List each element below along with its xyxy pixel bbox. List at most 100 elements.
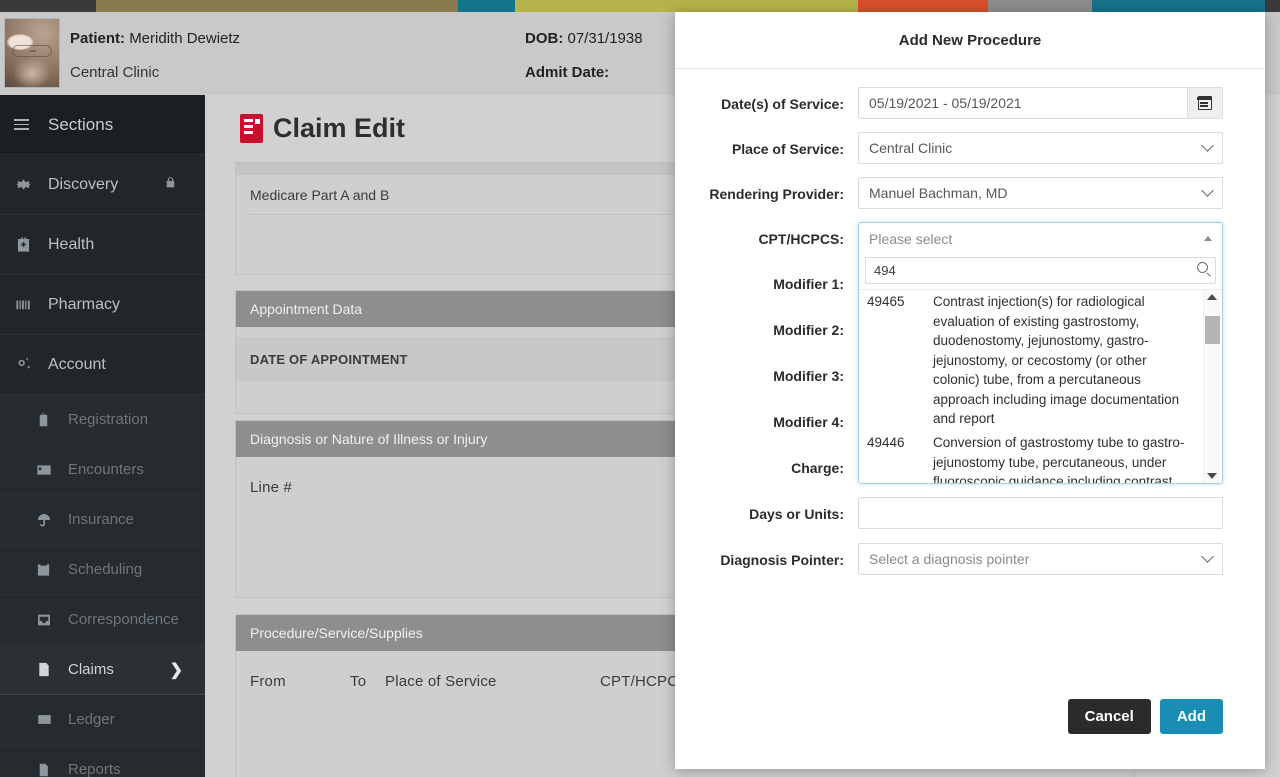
sidebar-item-registration[interactable]: Registration (0, 395, 205, 445)
add-procedure-modal: Add New Procedure Date(s) of Service: Pl… (675, 12, 1265, 769)
hamburger-icon[interactable] (14, 116, 48, 133)
sidebar-header-sections[interactable]: Sections (0, 95, 205, 155)
place-of-service-select[interactable]: Central Clinic (858, 132, 1223, 164)
days-or-units-label: Days or Units: (675, 497, 858, 524)
cpt-search-input[interactable] (865, 257, 1216, 284)
list-item[interactable]: 49465 Contrast injection(s) for radiolog… (859, 290, 1200, 431)
sidebar-item-pharmacy[interactable]: Pharmacy (0, 275, 205, 335)
cpt-code: 49465 (867, 292, 933, 429)
sidebar-item-label: Pharmacy (48, 296, 120, 314)
cpt-results-list[interactable]: 49465 Contrast injection(s) for radiolog… (859, 289, 1222, 483)
calendar-button[interactable] (1187, 87, 1223, 119)
rendering-provider-control: Manuel Bachman, MD (858, 177, 1223, 209)
inbox-icon (36, 612, 68, 628)
cpt-code: 49446 (867, 433, 933, 483)
list-item[interactable]: 49446 Conversion of gastrostomy tube to … (859, 431, 1200, 483)
cpt-search-wrap (859, 255, 1222, 289)
diagnosis-pointer-label: Diagnosis Pointer: (675, 543, 858, 570)
rendering-provider-select[interactable]: Manuel Bachman, MD (858, 177, 1223, 209)
strip-seg-gray (988, 0, 1092, 12)
col-place-of-service: Place of Service (385, 673, 600, 690)
umbrella-icon (36, 512, 68, 528)
top-color-strip (0, 0, 1280, 12)
cpt-description: Contrast injection(s) for radiological e… (933, 292, 1200, 429)
modifier-3-label: Modifier 3: (675, 359, 858, 386)
claim-page-icon (240, 114, 263, 143)
scrollbar-thumb[interactable] (1205, 316, 1220, 344)
days-or-units-input[interactable] (858, 497, 1223, 529)
strip-seg-tan (96, 0, 458, 12)
patient-name-row: Patient: Meridith Dewietz (70, 30, 240, 47)
strip-seg-dark2 (1265, 0, 1280, 12)
date-of-service-input[interactable] (858, 87, 1187, 119)
col-to: To (350, 673, 385, 690)
diagnosis-pointer-control: Select a diagnosis pointer (858, 543, 1223, 575)
claim-icon (36, 661, 68, 678)
sidebar-item-health[interactable]: Health (0, 215, 205, 275)
sidebar-item-label: Correspondence (68, 611, 179, 628)
strip-seg-dark (0, 0, 96, 12)
sidebar-item-account[interactable]: Account (0, 335, 205, 395)
modifier-2-label: Modifier 2: (675, 313, 858, 340)
date-of-service-control (858, 87, 1223, 119)
diagnosis-pointer-select[interactable]: Select a diagnosis pointer (858, 543, 1223, 575)
strip-seg-teal (458, 0, 515, 12)
admit-label: Admit Date: (525, 64, 609, 81)
strip-seg-olive (515, 0, 858, 12)
sidebar-item-insurance[interactable]: Insurance (0, 495, 205, 545)
patient-clinic: Central Clinic (70, 64, 159, 81)
calendar-icon (36, 562, 68, 578)
sidebar-item-discovery[interactable]: Discovery (0, 155, 205, 215)
cpt-dropdown-toggle[interactable]: Please select (859, 223, 1222, 255)
medical-bag-icon (14, 235, 48, 254)
days-or-units-control (858, 497, 1223, 529)
page-title: Claim Edit (240, 113, 405, 144)
avatar (4, 18, 60, 88)
scroll-down-arrow-icon[interactable] (1207, 473, 1217, 479)
search-icon (1197, 262, 1208, 273)
gears-icon (14, 355, 48, 374)
strip-seg-teal2 (1092, 0, 1265, 12)
app-root: Patient: Meridith Dewietz Central Clinic… (0, 0, 1280, 777)
sidebar-item-label: Account (48, 356, 106, 374)
chevron-right-icon: ❯ (170, 660, 183, 680)
cancel-button[interactable]: Cancel (1068, 699, 1151, 734)
page-title-text: Claim Edit (273, 113, 405, 144)
sidebar-item-scheduling[interactable]: Scheduling (0, 545, 205, 595)
add-button[interactable]: Add (1160, 699, 1223, 734)
sidebar-item-correspondence[interactable]: Correspondence (0, 595, 205, 645)
sidebar-item-label: Insurance (68, 511, 134, 528)
sidebar-item-ledger[interactable]: Ledger (0, 695, 205, 745)
cpt-description: Conversion of gastrostomy tube to gastro… (933, 433, 1200, 483)
cpt-hcpcs-control: Please select 49465 Contrast injection(s… (858, 222, 1223, 254)
patient-label: Patient: (70, 30, 125, 47)
cpt-dropdown-placeholder: Please select (869, 231, 952, 247)
sidebar-item-label: Reports (68, 761, 121, 777)
strip-seg-orange (858, 0, 988, 12)
field-row-cpt-hcpcs: CPT/HCPCS: Please select (675, 222, 1223, 254)
date-input-group (858, 87, 1223, 119)
modifier-4-label: Modifier 4: (675, 405, 858, 432)
sidebar-item-claims[interactable]: Claims ❯ (0, 645, 205, 695)
modal-body: Date(s) of Service: Place of Service: Ce… (675, 69, 1265, 575)
sidebar-item-reports[interactable]: Reports (0, 745, 205, 777)
patient-name: Meridith Dewietz (129, 30, 240, 47)
sidebar-item-encounters[interactable]: Encounters (0, 445, 205, 495)
field-row-date-of-service: Date(s) of Service: (675, 87, 1223, 119)
sidebar-item-label: Scheduling (68, 561, 142, 578)
dob-label: DOB: (525, 30, 563, 47)
field-row-days-or-units: Days or Units: (675, 497, 1223, 529)
sidebar-header-label: Sections (48, 115, 113, 135)
gear-icon (14, 175, 48, 194)
cpt-list-scrollbar[interactable] (1203, 290, 1220, 483)
avatar-detail (12, 45, 52, 57)
field-row-place-of-service: Place of Service: Central Clinic (675, 132, 1223, 164)
scroll-up-arrow-icon[interactable] (1207, 294, 1217, 300)
sidebar-item-label: Encounters (68, 461, 144, 478)
file-icon (36, 762, 68, 777)
sidebar-item-label: Claims (68, 661, 114, 678)
patient-admit-row: Admit Date: (525, 64, 609, 81)
patient-dob-row: DOB: 07/31/1938 (525, 30, 643, 47)
sidebar-item-label: Discovery (48, 176, 118, 194)
col-from: From (250, 673, 350, 690)
